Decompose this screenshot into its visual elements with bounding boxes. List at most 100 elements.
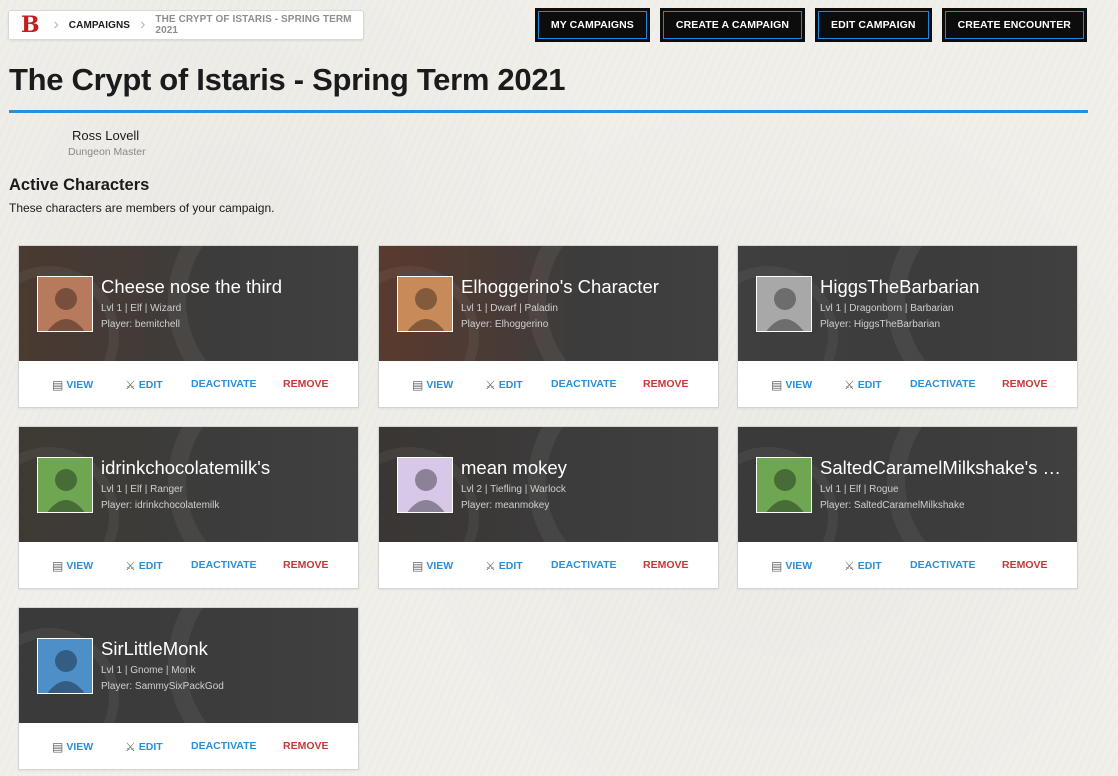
character-avatar[interactable] xyxy=(37,457,93,513)
character-avatar[interactable] xyxy=(397,457,453,513)
breadcrumb-current-campaign: THE CRYPT OF ISTARIS - SPRING TERM 2021 xyxy=(155,14,352,36)
character-card: SaltedCaramelMilkshake's … Lvl 1 | Elf |… xyxy=(737,426,1078,589)
character-card: idrinkchocolatemilk's Lvl 1 | Elf | Rang… xyxy=(18,426,359,589)
edit-character-button[interactable]: ⚔ EDIT xyxy=(125,740,163,754)
deactivate-character-button[interactable]: DEACTIVATE xyxy=(191,740,257,752)
banner-decoration xyxy=(168,608,358,723)
remove-character-button[interactable]: REMOVE xyxy=(283,559,329,571)
create-encounter-button[interactable]: CREATE ENCOUNTER xyxy=(941,8,1087,42)
deactivate-character-button[interactable]: DEACTIVATE xyxy=(910,378,976,390)
character-player: Player: SaltedCaramelMilkshake xyxy=(820,500,965,511)
view-label: VIEW xyxy=(66,379,94,391)
character-avatar[interactable] xyxy=(37,276,93,332)
edit-character-button[interactable]: ⚔ EDIT xyxy=(844,378,882,392)
remove-character-button[interactable]: REMOVE xyxy=(283,740,329,752)
character-name[interactable]: idrinkchocolatemilk's xyxy=(101,457,270,479)
character-card-banner: SirLittleMonk Lvl 1 | Gnome | Monk Playe… xyxy=(19,608,358,723)
character-avatar[interactable] xyxy=(37,638,93,694)
banner-decoration xyxy=(887,427,1077,542)
sheet-icon: ▤ xyxy=(412,378,424,392)
edit-character-button[interactable]: ⚔ EDIT xyxy=(485,378,523,392)
character-portrait-icon xyxy=(757,458,811,512)
sheet-icon: ▤ xyxy=(412,559,424,573)
edit-label: EDIT xyxy=(138,741,163,753)
character-name[interactable]: HiggsTheBarbarian xyxy=(820,276,979,298)
view-character-button[interactable]: ▤ VIEW xyxy=(52,378,93,392)
character-level-race-class: Lvl 1 | Elf | Ranger xyxy=(101,484,183,495)
character-player: Player: bemitchell xyxy=(101,319,180,330)
swords-icon: ⚔ xyxy=(844,378,855,392)
view-character-button[interactable]: ▤ VIEW xyxy=(771,378,812,392)
character-card: SirLittleMonk Lvl 1 | Gnome | Monk Playe… xyxy=(18,607,359,770)
character-name[interactable]: SirLittleMonk xyxy=(101,638,208,660)
character-card-actions: ▤ VIEW ⚔ EDIT DEACTIVATE REMOVE xyxy=(19,361,358,407)
deactivate-character-button[interactable]: DEACTIVATE xyxy=(910,559,976,571)
remove-character-button[interactable]: REMOVE xyxy=(643,378,689,390)
page-title: The Crypt of Istaris - Spring Term 2021 xyxy=(9,62,566,97)
character-level-race-class: Lvl 1 | Elf | Wizard xyxy=(101,303,182,314)
character-avatar[interactable] xyxy=(756,457,812,513)
character-card: mean mokey Lvl 2 | Tiefling | Warlock Pl… xyxy=(378,426,719,589)
deactivate-character-button[interactable]: DEACTIVATE xyxy=(191,559,257,571)
character-portrait-icon xyxy=(398,277,452,331)
top-navigation: MY CAMPAIGNS CREATE A CAMPAIGN EDIT CAMP… xyxy=(534,8,1087,42)
character-player: Player: meanmokey xyxy=(461,500,550,511)
character-name[interactable]: Elhoggerino's Character xyxy=(461,276,659,298)
character-name[interactable]: SaltedCaramelMilkshake's … xyxy=(820,457,1061,479)
character-card-banner: mean mokey Lvl 2 | Tiefling | Warlock Pl… xyxy=(379,427,718,542)
sheet-icon: ▤ xyxy=(52,740,64,754)
edit-character-button[interactable]: ⚔ EDIT xyxy=(125,378,163,392)
edit-label: EDIT xyxy=(138,379,163,391)
deactivate-character-button[interactable]: DEACTIVATE xyxy=(191,378,257,390)
character-card: Elhoggerino's Character Lvl 1 | Dwarf | … xyxy=(378,245,719,408)
character-portrait-icon xyxy=(38,639,92,693)
view-character-button[interactable]: ▤ VIEW xyxy=(412,559,453,573)
edit-label: EDIT xyxy=(138,560,163,572)
section-title: Active Characters xyxy=(9,176,150,194)
edit-campaign-button[interactable]: EDIT CAMPAIGN xyxy=(815,8,932,42)
edit-label: EDIT xyxy=(498,379,523,391)
character-level-race-class: Lvl 1 | Gnome | Monk xyxy=(101,665,196,676)
view-character-button[interactable]: ▤ VIEW xyxy=(52,559,93,573)
character-card-banner: SaltedCaramelMilkshake's … Lvl 1 | Elf |… xyxy=(738,427,1077,542)
character-card-banner: HiggsTheBarbarian Lvl 1 | Dragonborn | B… xyxy=(738,246,1077,361)
chevron-right-icon: › xyxy=(140,16,146,33)
character-card-actions: ▤ VIEW ⚔ EDIT DEACTIVATE REMOVE xyxy=(379,542,718,588)
deactivate-character-button[interactable]: DEACTIVATE xyxy=(551,559,617,571)
create-campaign-button[interactable]: CREATE A CAMPAIGN xyxy=(659,8,806,42)
character-card: Cheese nose the third Lvl 1 | Elf | Wiza… xyxy=(18,245,359,408)
remove-character-button[interactable]: REMOVE xyxy=(1002,378,1048,390)
remove-character-button[interactable]: REMOVE xyxy=(643,559,689,571)
character-card-banner: Cheese nose the third Lvl 1 | Elf | Wiza… xyxy=(19,246,358,361)
sheet-icon: ▤ xyxy=(52,559,64,573)
sheet-icon: ▤ xyxy=(52,378,64,392)
character-card-actions: ▤ VIEW ⚔ EDIT DEACTIVATE REMOVE xyxy=(19,542,358,588)
view-character-button[interactable]: ▤ VIEW xyxy=(412,378,453,392)
swords-icon: ⚔ xyxy=(125,378,136,392)
view-character-button[interactable]: ▤ VIEW xyxy=(52,740,93,754)
dndbeyond-logo-icon[interactable]: B xyxy=(21,14,43,36)
edit-label: EDIT xyxy=(857,560,882,572)
remove-character-button[interactable]: REMOVE xyxy=(283,378,329,390)
sheet-icon: ▤ xyxy=(771,378,783,392)
edit-character-button[interactable]: ⚔ EDIT xyxy=(125,559,163,573)
edit-character-button[interactable]: ⚔ EDIT xyxy=(844,559,882,573)
edit-character-button[interactable]: ⚔ EDIT xyxy=(485,559,523,573)
view-label: VIEW xyxy=(785,379,813,391)
my-campaigns-button[interactable]: MY CAMPAIGNS xyxy=(534,8,650,42)
deactivate-character-button[interactable]: DEACTIVATE xyxy=(551,378,617,390)
character-avatar[interactable] xyxy=(756,276,812,332)
character-player: Player: HiggsTheBarbarian xyxy=(820,319,941,330)
character-avatar[interactable] xyxy=(397,276,453,332)
character-portrait-icon xyxy=(38,458,92,512)
character-name[interactable]: Cheese nose the third xyxy=(101,276,282,298)
swords-icon: ⚔ xyxy=(125,559,136,573)
breadcrumb-campaigns-link[interactable]: CAMPAIGNS xyxy=(69,20,130,31)
view-character-button[interactable]: ▤ VIEW xyxy=(771,559,812,573)
character-card-actions: ▤ VIEW ⚔ EDIT DEACTIVATE REMOVE xyxy=(738,542,1077,588)
character-level-race-class: Lvl 1 | Dragonborn | Barbarian xyxy=(820,303,954,314)
remove-character-button[interactable]: REMOVE xyxy=(1002,559,1048,571)
character-name[interactable]: mean mokey xyxy=(461,457,567,479)
view-label: VIEW xyxy=(426,379,454,391)
title-divider xyxy=(9,110,1088,113)
